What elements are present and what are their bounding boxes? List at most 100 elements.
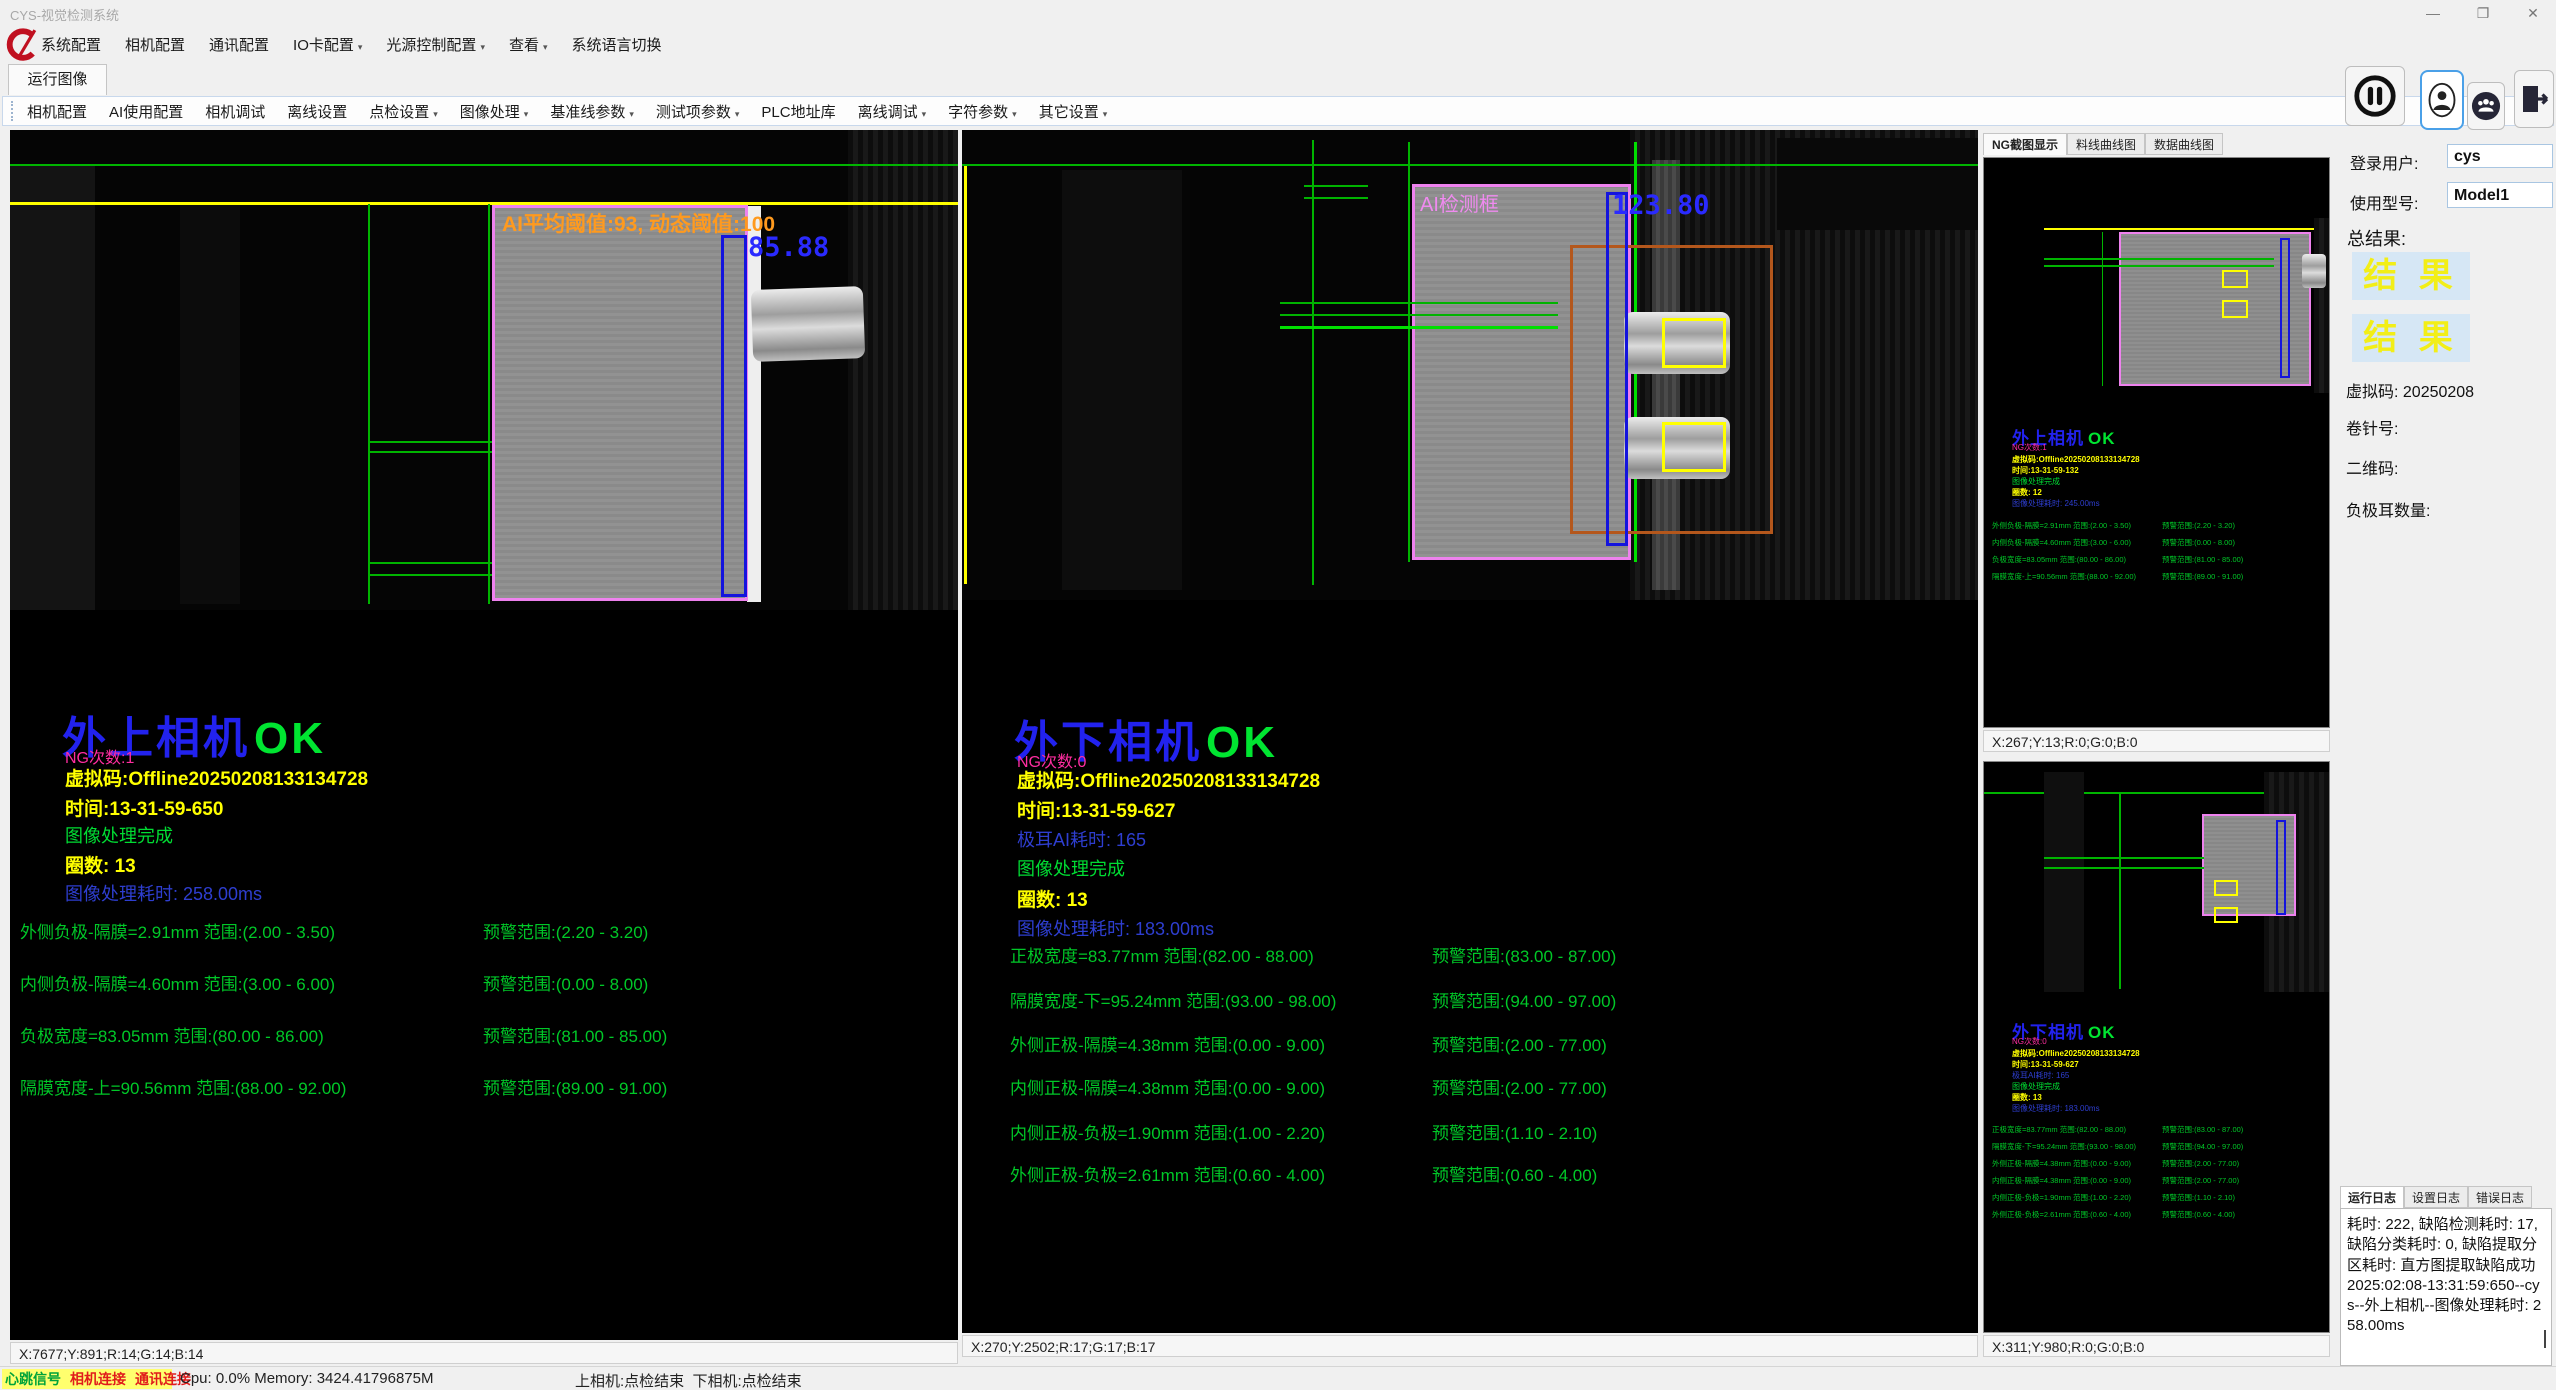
edge-line-green xyxy=(2102,232,2103,386)
measure-line-green xyxy=(2044,857,2204,859)
roi-box-blue xyxy=(1606,192,1628,546)
tab-ng-screenshot[interactable]: NG截图显示 xyxy=(1983,133,2067,155)
info-line: 图像处理完成 xyxy=(1017,855,1125,881)
maximize-button[interactable]: ❐ xyxy=(2468,2,2498,24)
toolbar: 相机配置 AI使用配置 相机调试 离线设置 点检设置▾ 图像处理▾ 基准线参数▾… xyxy=(2,96,2554,126)
info-line: 虚拟码:Offline20250208133134728 xyxy=(1017,766,1320,793)
menu-light-control-config[interactable]: 光源控制配置▾ xyxy=(386,34,485,55)
chevron-down-icon: ▾ xyxy=(433,109,438,119)
camera-check-status: 上相机:点检结束 下相机:点检结束 xyxy=(575,1370,802,1390)
info-line: 圈数: 12 xyxy=(2012,487,2042,498)
chevron-down-icon: ▾ xyxy=(480,42,485,52)
tool-test-params[interactable]: 测试项参数▾ xyxy=(656,101,740,122)
measure-line-green xyxy=(2044,265,2274,267)
tool-offline-setting[interactable]: 离线设置 xyxy=(287,101,347,122)
chevron-down-icon: ▾ xyxy=(358,42,363,52)
minimize-button[interactable]: — xyxy=(2418,2,2448,24)
edge-line-green xyxy=(1408,142,1410,562)
tool-camera-config[interactable]: 相机配置 xyxy=(27,101,87,122)
title-bar: CYS-视觉检测系统 — ❐ ✕ xyxy=(0,0,2556,26)
image-band xyxy=(10,166,95,610)
tool-offline-debug[interactable]: 离线调试▾ xyxy=(858,101,927,122)
measurement-row: 内侧正极-负极=1.90mm 范围:(1.00 - 2.20)预警范围:(1.1… xyxy=(962,1119,1978,1139)
tab-error-log[interactable]: 错误日志 xyxy=(2468,1186,2532,1208)
menu-view[interactable]: 查看▾ xyxy=(509,34,548,55)
ai-threshold-overlay: AI平均阈值:93, 动态阈值:100 xyxy=(502,208,775,238)
model-input[interactable]: Model1 xyxy=(2447,182,2553,208)
exit-button[interactable] xyxy=(2514,70,2554,128)
image-dark-block xyxy=(1777,138,1978,230)
heartbeat-status: 心跳信号 xyxy=(5,1369,61,1389)
users-group-icon xyxy=(2471,91,2501,121)
model-label: 使用型号: xyxy=(2350,190,2418,214)
status-bar: 心跳信号 相机连接 通讯连接 Cpu: 0.0% Memory: 3424.41… xyxy=(0,1366,2556,1390)
tab-run-image[interactable]: 运行图像 xyxy=(8,64,107,95)
ng-mini-bottom-coordinate-bar: X:311;Y:980;R:0;G:0;B:0 xyxy=(1983,1335,2330,1357)
image-band xyxy=(180,204,240,604)
menu-system-config[interactable]: 系统配置 xyxy=(41,34,101,55)
tab-data-curve[interactable]: 数据曲线图 xyxy=(2145,133,2223,155)
pause-icon xyxy=(2352,73,2398,119)
ok-status: OK xyxy=(254,714,326,763)
measurement-row: 外侧正极-负极=2.61mm 范围:(0.60 - 4.00)预警范围:(0.6… xyxy=(1984,1209,2329,1229)
run-log-text[interactable]: 耗时: 222, 缺陷检测耗时: 17, 缺陷分类耗时: 0, 缺陷提取分区耗时… xyxy=(2340,1208,2552,1366)
ng-mini-top-panel: 外上相机OK NG次数:1 虚拟码:Offline202502081331347… xyxy=(1983,157,2330,728)
chevron-down-icon: ▾ xyxy=(629,109,634,119)
info-line: 虚拟码:Offline20250208133134728 xyxy=(2012,1048,2140,1059)
info-line: 图像处理完成 xyxy=(2012,476,2060,487)
roi-box-yellow xyxy=(2222,270,2248,288)
chevron-down-icon: ▾ xyxy=(1103,109,1108,119)
chevron-down-icon: ▾ xyxy=(922,109,927,119)
menu-camera-config[interactable]: 相机配置 xyxy=(125,34,185,55)
tool-spot-check[interactable]: 点检设置▾ xyxy=(369,101,438,122)
image-band xyxy=(1062,170,1182,590)
tab-material-curve[interactable]: 料线曲线图 xyxy=(2067,133,2145,155)
tool-baseline-params[interactable]: 基准线参数▾ xyxy=(550,101,634,122)
tool-char-params[interactable]: 字符参数▾ xyxy=(948,101,1017,122)
reference-line-yellow xyxy=(10,202,958,205)
tool-plc-address[interactable]: PLC地址库 xyxy=(761,101,835,122)
measurement-row: 外侧正极-隔膜=4.38mm 范围:(0.00 - 9.00)预警范围:(2.0… xyxy=(962,1031,1978,1051)
login-user-label: 登录用户: xyxy=(2350,150,2418,174)
chevron-down-icon: ▾ xyxy=(524,109,529,119)
user-icon xyxy=(2427,80,2457,120)
bottom-coordinate-bar: X:270;Y:2502;R:17;G:17;B:17 xyxy=(962,1335,1978,1357)
measurement-row: 负极宽度=83.05mm 范围:(80.00 - 86.00)预警范围:(81.… xyxy=(10,1022,958,1042)
reference-line-green xyxy=(10,164,958,166)
info-line: 时间:13-31-59-650 xyxy=(65,794,223,821)
info-line: 圈数: 13 xyxy=(65,851,136,878)
image-band xyxy=(2044,772,2084,992)
left-camera-panel: AI平均阈值:93, 动态阈值:100 85.88 外上相机OK NG次数:1 … xyxy=(10,130,958,1340)
menu-io-card-config[interactable]: IO卡配置▾ xyxy=(293,34,362,55)
edge-line-green xyxy=(368,204,370,604)
info-line: 圈数: 13 xyxy=(1017,885,1088,912)
info-line: 圈数: 13 xyxy=(2012,1092,2042,1103)
current-user-button[interactable] xyxy=(2420,70,2464,130)
menu-comm-config[interactable]: 通讯配置 xyxy=(209,34,269,55)
tool-image-process[interactable]: 图像处理▾ xyxy=(460,101,529,122)
exit-door-icon xyxy=(2518,81,2550,117)
tab-run-log[interactable]: 运行日志 xyxy=(2340,1186,2404,1208)
result-badge-1: 结 果 xyxy=(2352,252,2470,300)
login-user-input[interactable]: cys xyxy=(2447,144,2553,168)
ai-detect-box-label: AI检测框 xyxy=(1420,188,1499,217)
menu-language-switch[interactable]: 系统语言切换 xyxy=(572,34,662,55)
info-line: 图像处理完成 xyxy=(2012,1081,2060,1092)
tool-other-settings[interactable]: 其它设置▾ xyxy=(1039,101,1108,122)
close-button[interactable]: ✕ xyxy=(2518,2,2548,24)
edge-line-green xyxy=(488,204,490,604)
bottom-camera-image: AI检测框 123.80 xyxy=(962,130,1978,600)
measure-line-green xyxy=(1304,185,1368,187)
qr-code-label: 二维码: xyxy=(2346,455,2398,479)
tool-ai-config[interactable]: AI使用配置 xyxy=(109,101,183,122)
toolbar-grip[interactable] xyxy=(11,101,17,121)
user-manage-button[interactable] xyxy=(2467,82,2505,130)
camera-link-status: 相机连接 xyxy=(70,1369,126,1389)
chevron-down-icon: ▾ xyxy=(1012,109,1017,119)
separator-edge-strip xyxy=(747,206,761,602)
pause-button[interactable] xyxy=(2345,66,2405,126)
tool-camera-debug[interactable]: 相机调试 xyxy=(205,101,265,122)
tab-setting-log[interactable]: 设置日志 xyxy=(2404,1186,2468,1208)
info-line: 图像处理耗时: 258.00ms xyxy=(65,880,262,906)
info-line: 图像处理耗时: 183.00ms xyxy=(1017,915,1214,941)
